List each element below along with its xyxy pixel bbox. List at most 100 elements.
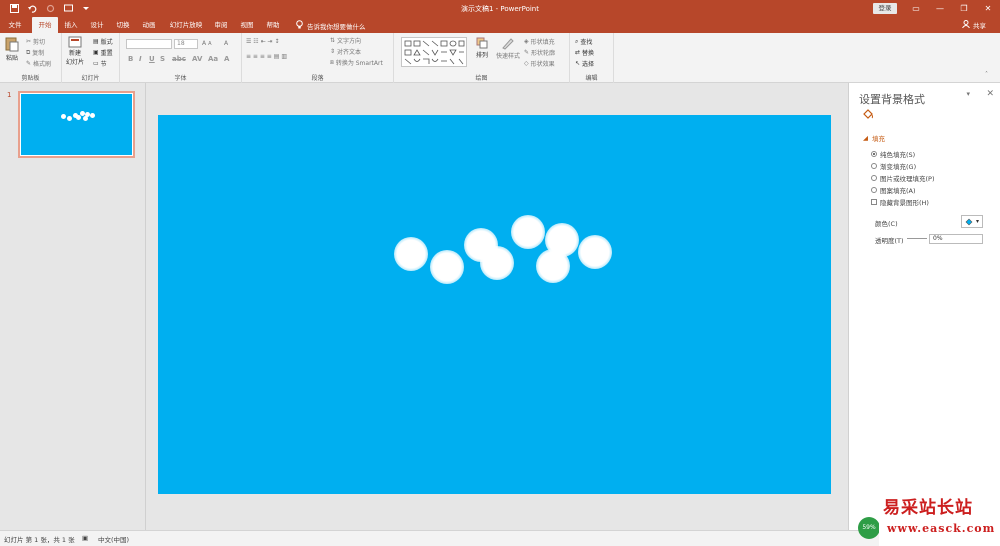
- hide-background-checkbox[interactable]: 隐藏背景图形(H): [871, 197, 929, 207]
- new-slide-button[interactable]: 新建 幻灯片: [66, 36, 84, 66]
- select-label: 选择: [582, 61, 595, 68]
- fill-section-label: 填充: [872, 135, 885, 143]
- cut-button[interactable]: ✂ 剪切: [26, 37, 45, 46]
- arrange-button[interactable]: 排列: [476, 37, 488, 59]
- italic-button[interactable]: I: [139, 55, 142, 63]
- text-direction-button[interactable]: ⇅ 文字方向: [330, 36, 361, 45]
- align-buttons[interactable]: ≡ ≡ ≡ ≡ ▤ ▥: [246, 53, 287, 60]
- spellcheck-icon[interactable]: ▣: [82, 534, 88, 542]
- grow-font-button[interactable]: AA: [202, 40, 212, 47]
- select-button[interactable]: ↖ 选择: [575, 59, 594, 68]
- align-text-button[interactable]: ⇕ 对齐文本: [330, 47, 361, 56]
- tab-home[interactable]: 开始: [32, 17, 58, 33]
- login-button[interactable]: 登录: [873, 3, 897, 14]
- replace-label: 替换: [582, 50, 595, 57]
- picture-fill-label: 图片或纹理填充(P): [880, 175, 935, 183]
- restore-icon[interactable]: ❐: [952, 0, 976, 17]
- radio-icon: [871, 187, 877, 193]
- shadow-button[interactable]: S: [160, 55, 165, 63]
- close-icon[interactable]: ✕: [976, 0, 1000, 17]
- spacing-button[interactable]: AV: [192, 55, 202, 63]
- bubble-shape[interactable]: [578, 235, 612, 269]
- smartart-button[interactable]: ⧈ 转换为 SmartArt: [330, 58, 383, 68]
- copy-label: 复制: [32, 50, 45, 57]
- transparency-input[interactable]: 0%: [929, 234, 983, 244]
- paste-button[interactable]: 粘贴: [5, 36, 19, 62]
- new-slide-label-2: 幻灯片: [66, 59, 85, 66]
- thumbnail-number: 1: [7, 91, 12, 99]
- tab-transitions[interactable]: 切换: [112, 17, 134, 33]
- paint-bucket-icon: ◈: [524, 38, 529, 45]
- drawing-group: 排列 快速样式 ◈ 形状填充 ✎ 形状轮廓 ◇ 形状效果 绘图: [394, 33, 570, 83]
- color-label: 颜色(C): [875, 220, 898, 228]
- paragraph-group: ☰ ☷ ⇤ ⇥ ↕ ≡ ≡ ≡ ≡ ▤ ▥ ⇅ 文字方向 ⇕ 对齐文本 ⧈ 转换为 S…: [242, 33, 394, 83]
- new-slide-label: 新建: [69, 50, 82, 57]
- bubble-shape[interactable]: [430, 250, 464, 284]
- shape-outline-button[interactable]: ✎ 形状轮廓: [524, 48, 555, 57]
- bullets-button[interactable]: ☰ ☷ ⇤ ⇥ ↕: [246, 38, 279, 45]
- transparency-slider[interactable]: [907, 238, 927, 239]
- language-indicator[interactable]: 中文(中国): [98, 534, 129, 544]
- solid-fill-option[interactable]: 纯色填充(S): [871, 149, 915, 159]
- slide-count: 幻灯片 第 1 张，共 1 张: [4, 536, 75, 544]
- clear-format-icon[interactable]: A: [224, 40, 228, 47]
- tell-me-text: 告诉我你想要做什么: [307, 22, 366, 31]
- pattern-fill-option[interactable]: 图案填充(A): [871, 185, 916, 195]
- find-button[interactable]: ⌕ 查找: [575, 37, 592, 47]
- bubble-shape[interactable]: [394, 237, 428, 271]
- shape-effects-button[interactable]: ◇ 形状效果: [524, 59, 555, 68]
- tab-slideshow[interactable]: 幻灯片放映: [166, 17, 206, 33]
- gradient-fill-option[interactable]: 渐变填充(G): [871, 161, 916, 171]
- tab-animations[interactable]: 动画: [138, 17, 160, 33]
- tell-me-box[interactable]: 告诉我你想要做什么: [296, 20, 366, 31]
- tab-insert[interactable]: 插入: [60, 17, 82, 33]
- quick-styles-button[interactable]: 快速样式: [496, 37, 520, 60]
- strikethrough-button[interactable]: abc: [172, 55, 186, 63]
- collapse-ribbon-icon[interactable]: ˄: [985, 71, 988, 78]
- reset-button[interactable]: ▣ 重置: [93, 48, 113, 57]
- font-size-input[interactable]: 18: [174, 39, 198, 49]
- tab-help[interactable]: 帮助: [262, 17, 284, 33]
- hide-background-label: 隐藏背景图形(H): [880, 199, 929, 207]
- shape-fill-button[interactable]: ◈ 形状填充: [524, 37, 555, 46]
- slide[interactable]: [158, 115, 831, 494]
- shapes-gallery[interactable]: [401, 37, 467, 67]
- bubble-shape[interactable]: [480, 246, 514, 280]
- ribbon-display-icon[interactable]: ▭: [904, 0, 928, 17]
- slide-thumbnail[interactable]: [18, 91, 135, 158]
- tab-design[interactable]: 设计: [86, 17, 108, 33]
- tab-review[interactable]: 审阅: [210, 17, 232, 33]
- brush-icon: ✎: [26, 60, 32, 67]
- shapes-gallery-icons: [404, 40, 465, 65]
- tab-file[interactable]: 文件: [4, 17, 26, 33]
- fill-bucket-icon[interactable]: [862, 108, 874, 123]
- font-color-button[interactable]: A: [224, 55, 229, 63]
- color-picker-button[interactable]: ▾: [961, 215, 983, 228]
- section-button[interactable]: ▭ 节: [93, 59, 107, 68]
- arrange-icon: [476, 37, 488, 49]
- bubble-shape[interactable]: [511, 215, 545, 249]
- pane-close-icon[interactable]: ✕: [986, 89, 994, 99]
- paragraph-group-label: 段落: [311, 75, 324, 82]
- picture-fill-option[interactable]: 图片或纹理填充(P): [871, 173, 935, 183]
- underline-button[interactable]: U: [149, 55, 155, 63]
- format-painter-button[interactable]: ✎ 格式刷: [26, 59, 51, 68]
- scissors-icon: ✂: [26, 38, 32, 45]
- layout-button[interactable]: ▤ 版式: [93, 37, 113, 46]
- person-icon: [962, 20, 970, 30]
- replace-button[interactable]: ⇄ 替换: [575, 48, 594, 57]
- pane-options-icon[interactable]: ▾: [966, 90, 970, 98]
- bold-button[interactable]: B: [128, 55, 133, 63]
- share-button[interactable]: 共享: [962, 20, 986, 30]
- font-name-input[interactable]: [126, 39, 172, 49]
- editing-group: ⌕ 查找 ⇄ 替换 ↖ 选择 编辑: [570, 33, 614, 83]
- copy-button[interactable]: ⧉ 复制: [26, 48, 45, 58]
- minimize-icon[interactable]: —: [928, 0, 952, 17]
- bubble-shape[interactable]: [536, 249, 570, 283]
- paste-icon: [5, 37, 19, 52]
- window-controls: ▭ — ❐ ✕: [904, 0, 1000, 17]
- status-bar: 幻灯片 第 1 张，共 1 张 ▣ 中文(中国): [0, 530, 1000, 546]
- fill-section-header[interactable]: ◢ 填充: [863, 133, 885, 143]
- tab-view[interactable]: 视图: [236, 17, 258, 33]
- change-case-button[interactable]: Aa: [208, 55, 218, 63]
